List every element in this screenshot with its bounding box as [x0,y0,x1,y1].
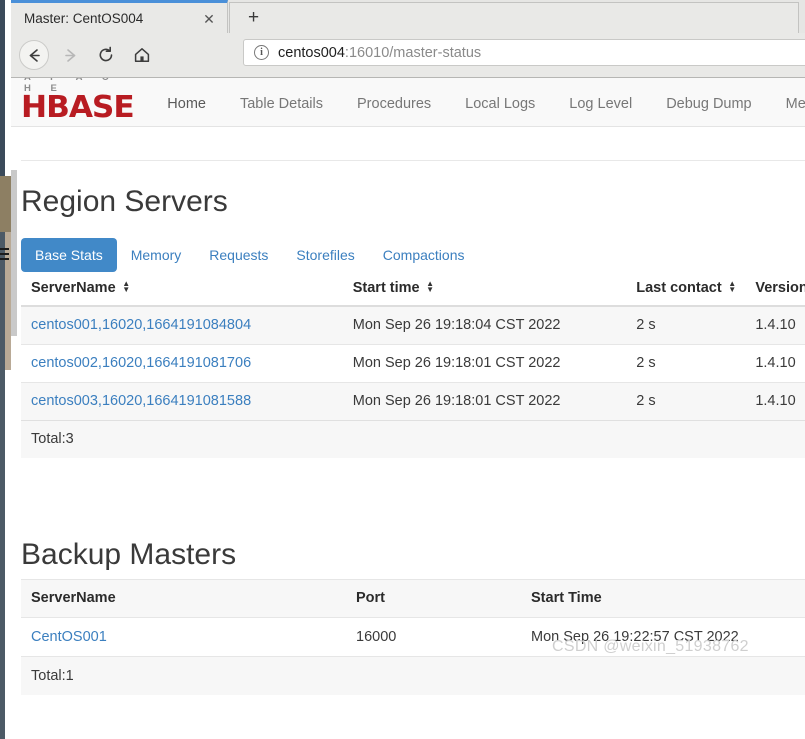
tab-compactions[interactable]: Compactions [369,238,479,272]
tab-base-stats[interactable]: Base Stats [21,238,117,272]
reload-icon [99,46,113,62]
cell-start-time: Mon Sep 26 19:18:04 CST 2022 [342,305,627,345]
cell-empty [745,420,805,458]
plus-icon: + [248,7,260,28]
table-header-row: ServerName Port Start Time [21,579,805,618]
column-label: ServerName [31,280,116,296]
url-path: :16010/master-status [344,44,482,61]
browser-tab-title: Master: CentOS004 [24,10,144,26]
backup-masters-total: Total:1 [21,656,346,695]
content-divider [21,160,805,161]
region-servers-tabs: Base Stats Memory Requests Storefiles Co… [21,238,478,272]
watermark-text: CSDN @weixin_51938762 [552,638,749,655]
home-button[interactable] [127,40,157,70]
cell-empty [346,656,521,695]
column-label: Version [755,280,805,296]
region-servers-heading: Region Servers [21,185,228,218]
nav-link-log-level[interactable]: Log Level [569,96,632,112]
table-row: centos003,16020,1664191081588 Mon Sep 26… [21,382,805,421]
cell-servername: centos003,16020,1664191081588 [21,382,343,421]
cell-last-contact: 2 s [626,344,746,383]
column-label: Last contact [636,280,722,296]
sort-icon[interactable]: ▲ ▼ [122,280,131,294]
column-header-port: Port [346,579,521,618]
nav-link-metrics[interactable]: Metrics [786,96,805,112]
cell-version: 1.4.10 [745,344,805,383]
address-bar-text: centos004:16010/master-status [278,45,481,61]
nav-link-home[interactable]: Home [167,96,206,112]
cell-empty [521,656,805,695]
nav-link-table-details[interactable]: Table Details [240,96,323,112]
browser-tab-active[interactable]: Master: CentOS004 ✕ [11,0,228,33]
hbase-logo[interactable]: A P A C H E HBASE [21,78,135,123]
server-link[interactable]: centos003,16020,1664191081588 [31,393,251,409]
cell-last-contact: 2 s [626,305,746,345]
nav-link-procedures[interactable]: Procedures [357,96,431,112]
region-servers-total: Total:3 [21,420,343,458]
tab-memory[interactable]: Memory [117,238,196,272]
screenshot-root: Master: CentOS004 ✕ + i centos004:16010/… [0,0,805,739]
home-icon [134,48,150,62]
info-icon[interactable]: i [254,45,269,60]
column-header-servername[interactable]: ServerName ▲ ▼ [21,272,343,307]
hbase-nav-links: Home Table Details Procedures Local Logs… [145,96,805,112]
cell-version: 1.4.10 [745,305,805,345]
cell-start-time: Mon Sep 26 19:18:01 CST 2022 [342,382,627,421]
address-bar[interactable]: i centos004:16010/master-status [243,39,805,66]
backup-masters-heading: Backup Masters [21,538,237,571]
cell-servername: centos001,16020,1664191084804 [21,305,343,345]
sort-icon[interactable]: ▲ ▼ [426,280,435,294]
tab-requests[interactable]: Requests [195,238,282,272]
reload-button[interactable] [91,40,121,70]
arrow-right-icon [64,48,75,62]
arrow-left-icon [29,48,40,62]
hamburger-menu-icon[interactable] [0,248,9,263]
url-host: centos004 [278,44,345,61]
table-total-row: Total:3 [21,420,805,458]
hbase-navbar: A P A C H E HBASE Home Table Details Pro… [11,78,805,127]
cell-servername: centos002,16020,1664191081706 [21,344,343,383]
sort-icon[interactable]: ▲ ▼ [728,280,737,294]
desktop-edge-strip-tan [0,176,11,232]
table-header-row: ServerName ▲ ▼ Start time ▲ ▼ Last contact ▲ ▼… [21,272,805,307]
region-servers-table: ServerName ▲ ▼ Start time ▲ ▼ Last contact ▲ ▼… [21,272,805,458]
browser-tabstrip: Master: CentOS004 ✕ + [11,0,805,33]
nav-link-local-logs[interactable]: Local Logs [465,96,535,112]
column-label: Start time [352,280,420,296]
cell-last-contact: 2 s [626,382,746,421]
cell-start-time: Mon Sep 26 19:18:01 CST 2022 [342,344,627,383]
cell-empty [626,420,746,458]
tab-storefiles[interactable]: Storefiles [282,238,368,272]
cell-empty [342,420,627,458]
table-row: centos001,16020,1664191084804 Mon Sep 26… [21,305,805,345]
backup-master-link[interactable]: CentOS001 [31,629,107,645]
close-icon[interactable]: ✕ [201,11,217,27]
nav-link-debug-dump[interactable]: Debug Dump [666,96,751,112]
server-link[interactable]: centos002,16020,1664191081706 [31,355,251,371]
table-row: centos002,16020,1664191081706 Mon Sep 26… [21,344,805,383]
column-header-last-contact[interactable]: Last contact ▲ ▼ [626,272,746,307]
column-header-start-time: Start Time [521,579,805,618]
back-button[interactable] [19,40,49,70]
hbase-logo-wordmark: HBASE [21,90,135,125]
desktop-edge-strip-top [0,0,5,176]
table-total-row: Total:1 [21,656,805,695]
cell-servername: CentOS001 [21,618,346,657]
column-header-servername: ServerName [21,579,346,618]
browser-chrome: Master: CentOS004 ✕ + i centos004:16010/… [11,0,805,78]
forward-button [55,40,85,70]
backup-masters-table: ServerName Port Start Time CentOS001 160… [21,579,805,695]
column-header-start-time[interactable]: Start time ▲ ▼ [342,272,627,307]
new-tab-button[interactable]: + [229,2,799,33]
server-link[interactable]: centos001,16020,1664191084804 [31,317,251,333]
cell-port: 16000 [356,629,397,645]
cell-version: 1.4.10 [745,382,805,421]
column-header-version[interactable]: Version▲▼ [745,272,805,307]
